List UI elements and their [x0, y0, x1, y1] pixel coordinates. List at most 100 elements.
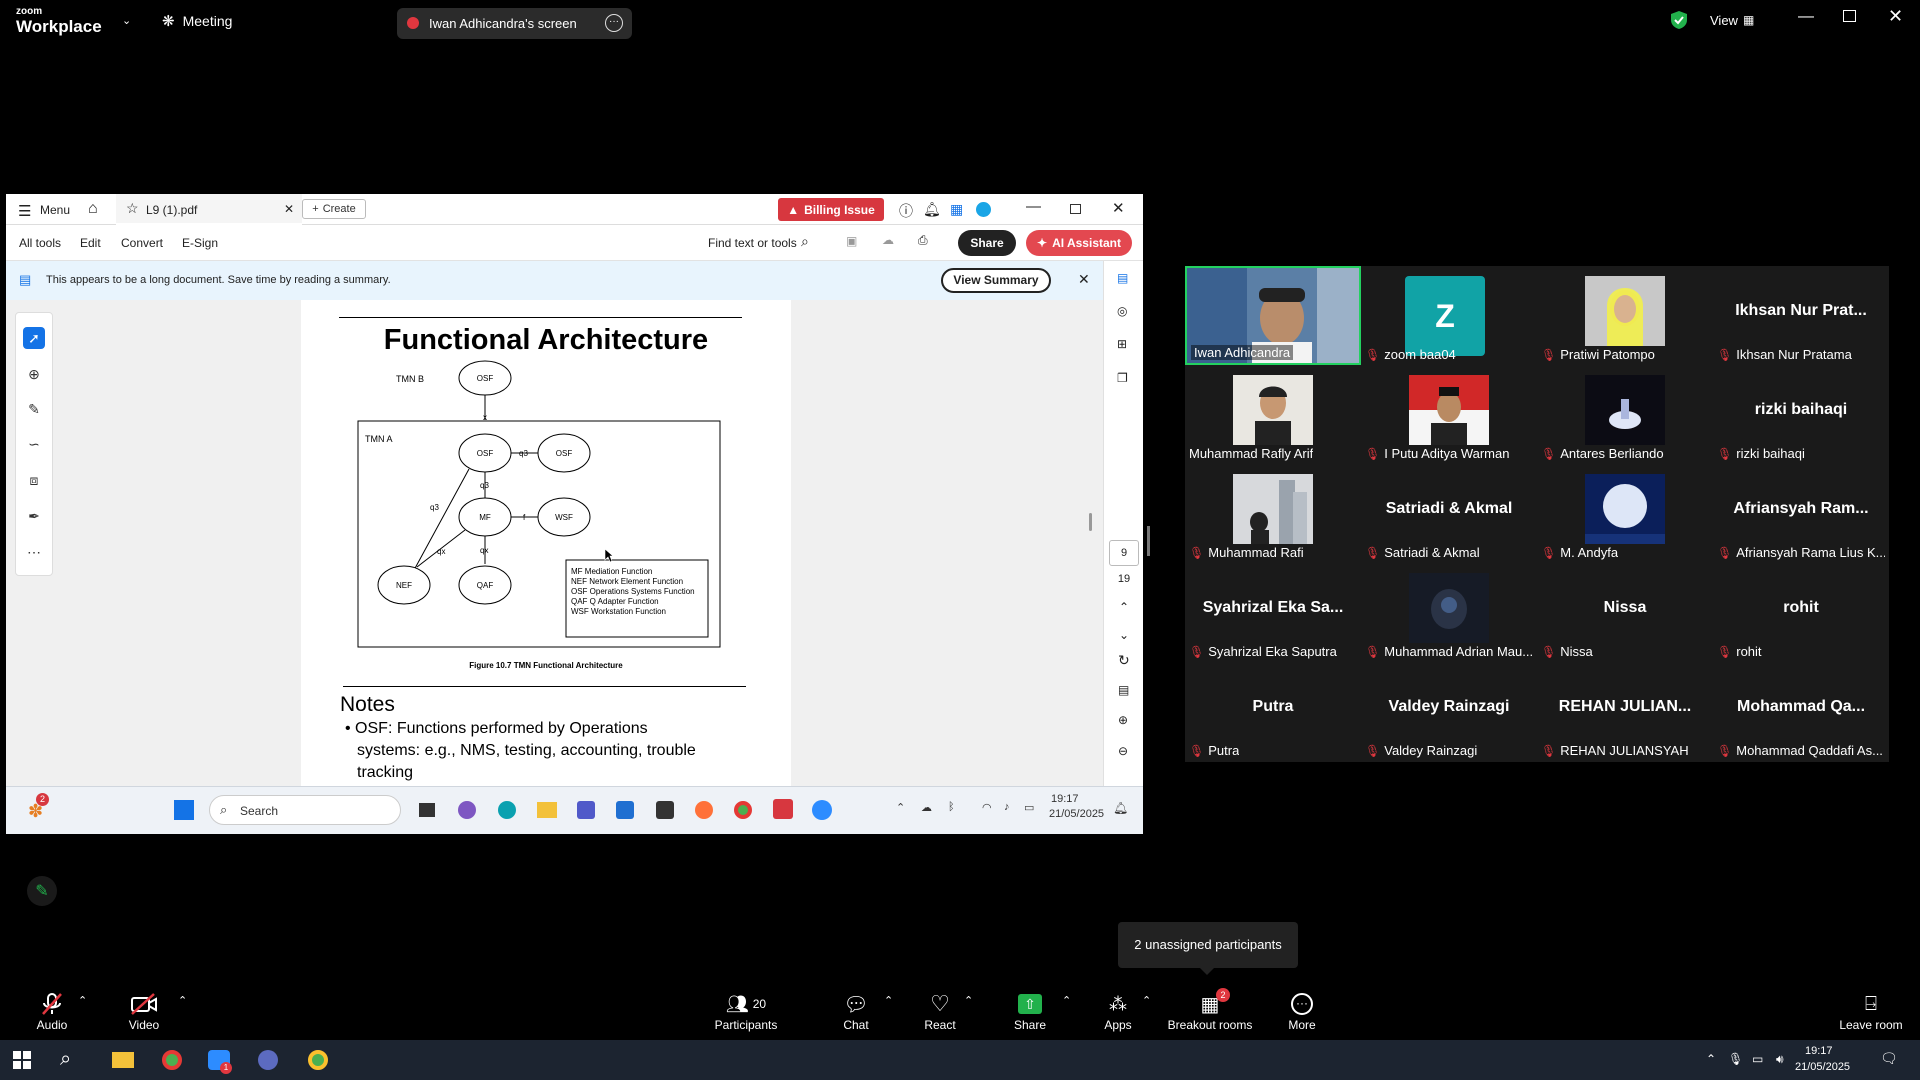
profile-icon[interactable]: [976, 202, 991, 217]
tool-edit[interactable]: Edit: [80, 236, 101, 250]
audio-chevron-icon[interactable]: ⌃: [78, 994, 87, 1007]
taskbar-search-icon[interactable]: ⌕: [60, 1048, 71, 1071]
battery-icon[interactable]: ▭: [1024, 801, 1034, 814]
cloud-upload-icon[interactable]: ☁: [882, 233, 894, 247]
comment-panel-icon[interactable]: ◎: [1117, 304, 1127, 318]
participant-tile[interactable]: REHAN JULIAN... 🎙︎ REHAN JULIANSYAH: [1537, 662, 1713, 761]
summary-panel-icon[interactable]: ▤: [1117, 271, 1128, 285]
edge-icon[interactable]: [498, 801, 516, 819]
participant-tile[interactable]: Mohammad Qa... 🎙︎ Mohammad Qaddafi As...: [1713, 662, 1889, 761]
tray-network-icon[interactable]: ▭: [1752, 1052, 1763, 1066]
chat-chevron-icon[interactable]: ⌃: [884, 994, 893, 1007]
bluetooth-tray-icon[interactable]: ᛒ: [948, 801, 955, 813]
maximize-icon[interactable]: [1843, 10, 1856, 22]
participant-tile[interactable]: Ikhsan Nur Prat... 🎙︎ Ikhsan Nur Pratama: [1713, 266, 1889, 365]
find-tools[interactable]: Find text or tools: [708, 236, 797, 250]
annotate-pencil-icon[interactable]: ✎: [27, 876, 57, 906]
search-icon[interactable]: ⌕: [801, 233, 809, 250]
sign-tool-icon[interactable]: ✒: [23, 505, 45, 527]
bell-icon[interactable]: 🔔︎: [923, 201, 941, 218]
page-down-icon[interactable]: ⌄: [1119, 628, 1129, 642]
meeting-menu[interactable]: ❋ Meeting: [162, 12, 232, 30]
bookmark-panel-icon[interactable]: ⊞: [1117, 337, 1127, 351]
minimize-icon[interactable]: —: [1798, 8, 1814, 26]
teams-icon[interactable]: [577, 801, 595, 819]
tray-chevron-icon[interactable]: ⌃: [896, 801, 905, 814]
home-icon[interactable]: ⌂: [88, 200, 98, 218]
screen-share-pill[interactable]: Iwan Adhicandra's screen ···: [397, 8, 632, 39]
acrobat-icon[interactable]: [773, 799, 793, 819]
react-chevron-icon[interactable]: ⌃: [964, 994, 973, 1007]
react-button[interactable]: ♡ React: [920, 990, 960, 1032]
participant-tile[interactable]: Z 🎙︎ zoom baa04: [1361, 266, 1537, 365]
split-handle[interactable]: [1147, 526, 1150, 556]
participant-tile[interactable]: Afriansyah Ram... 🎙︎ Afriansyah Rama Lius …: [1713, 464, 1889, 563]
comment-tool-icon[interactable]: ⊕: [23, 363, 45, 385]
taskbar-chrome2-icon[interactable]: [308, 1050, 328, 1070]
zoom-out-icon[interactable]: ⊖: [1118, 744, 1128, 758]
start-icon[interactable]: [174, 800, 194, 820]
copilot-icon[interactable]: [458, 801, 476, 819]
participant-tile[interactable]: Valdey Rainzagi 🎙︎ Valdey Rainzagi: [1361, 662, 1537, 761]
tool-all-tools[interactable]: All tools: [19, 236, 61, 250]
text-select-icon[interactable]: ⧈: [23, 469, 45, 491]
page-thumb-icon[interactable]: ▤: [1118, 683, 1129, 697]
video-button[interactable]: Video: [124, 990, 164, 1032]
refresh-icon[interactable]: ↻: [1118, 652, 1130, 669]
windows-start-icon[interactable]: [13, 1051, 31, 1069]
create-button[interactable]: + Create: [302, 199, 366, 219]
participant-tile[interactable]: Satriadi & Akmal 🎙︎ Satriadi & Akmal: [1361, 464, 1537, 563]
task-view-icon[interactable]: [419, 803, 435, 817]
hamburger-icon[interactable]: ☰: [18, 202, 31, 220]
notification-icon[interactable]: 🔔︎: [1113, 801, 1128, 815]
star-icon[interactable]: ☆: [126, 200, 139, 217]
menu-button[interactable]: Menu: [40, 203, 70, 217]
tab-close-icon[interactable]: ✕: [284, 202, 294, 216]
taskbar-folder-icon[interactable]: [112, 1052, 134, 1068]
taskbar-chrome-icon[interactable]: [162, 1050, 182, 1070]
participants-button[interactable]: 👥︎ 20 Participants: [712, 990, 780, 1033]
apps-grid-icon[interactable]: ▦: [950, 201, 963, 218]
participant-tile[interactable]: Muhammad Rafly Arif: [1185, 365, 1361, 464]
breakout-rooms-button[interactable]: ▦ Breakout rooms: [1164, 990, 1256, 1033]
leave-room-button[interactable]: ⍈ Leave room: [1838, 990, 1904, 1033]
share-chevron-icon[interactable]: ⌃: [1062, 994, 1071, 1007]
zoom-app-icon[interactable]: [812, 800, 832, 820]
volume-icon[interactable]: ♪: [1004, 801, 1010, 813]
participant-tile[interactable]: 🎙︎ Muhammad Rafi: [1185, 464, 1361, 563]
pen-tool-icon[interactable]: ✎: [23, 398, 45, 420]
shield-icon[interactable]: [1670, 10, 1688, 30]
participant-tile[interactable]: Putra 🎙︎ Putra: [1185, 662, 1361, 761]
view-button[interactable]: View: [1710, 13, 1738, 28]
banner-close-icon[interactable]: ✕: [1078, 271, 1090, 288]
pages-panel-icon[interactable]: ❐: [1117, 371, 1128, 385]
apps-button[interactable]: ⁂ Apps: [1098, 990, 1138, 1033]
participant-tile[interactable]: 🎙︎ Antares Berliando: [1537, 365, 1713, 464]
participant-tile[interactable]: 🎙︎ Muhammad Adrian Mau...: [1361, 563, 1537, 662]
chevron-down-icon[interactable]: ⌄: [122, 14, 131, 27]
tray-volume-icon[interactable]: 🔊︎: [1776, 1052, 1784, 1067]
help-icon[interactable]: ⓘ: [899, 201, 913, 221]
billing-issue-button[interactable]: ▲ Billing Issue: [778, 198, 884, 221]
participant-tile[interactable]: 🎙︎ Pratiwi Patompo: [1537, 266, 1713, 365]
save-icon[interactable]: ▣: [846, 234, 857, 248]
notification-center-icon[interactable]: 🗨︎: [1880, 1050, 1898, 1067]
wifi-icon[interactable]: ◠: [982, 801, 992, 814]
amazon-icon[interactable]: [656, 801, 674, 819]
vertical-scrollbar[interactable]: [1089, 513, 1092, 531]
more-button[interactable]: ··· More: [1282, 990, 1322, 1032]
video-chevron-icon[interactable]: ⌃: [178, 994, 187, 1007]
view-summary-button[interactable]: View Summary: [941, 268, 1051, 293]
chat-button[interactable]: 💬︎ Chat: [836, 990, 876, 1033]
participant-tile[interactable]: rohit 🎙︎ rohit: [1713, 563, 1889, 662]
apps-chevron-icon[interactable]: ⌃: [1142, 994, 1151, 1007]
close-icon[interactable]: ✕: [1888, 6, 1903, 27]
taskbar-app-icon[interactable]: [258, 1050, 278, 1070]
select-tool-icon[interactable]: ➚: [23, 327, 45, 349]
audio-button[interactable]: Audio: [32, 990, 72, 1032]
zoom-in-icon[interactable]: ⊕: [1118, 713, 1128, 727]
tab-document[interactable]: ☆ L9 (1).pdf ✕: [116, 194, 302, 225]
more-options-icon[interactable]: ···: [605, 14, 623, 32]
store-icon[interactable]: [616, 801, 634, 819]
tool-convert[interactable]: Convert: [121, 236, 163, 250]
